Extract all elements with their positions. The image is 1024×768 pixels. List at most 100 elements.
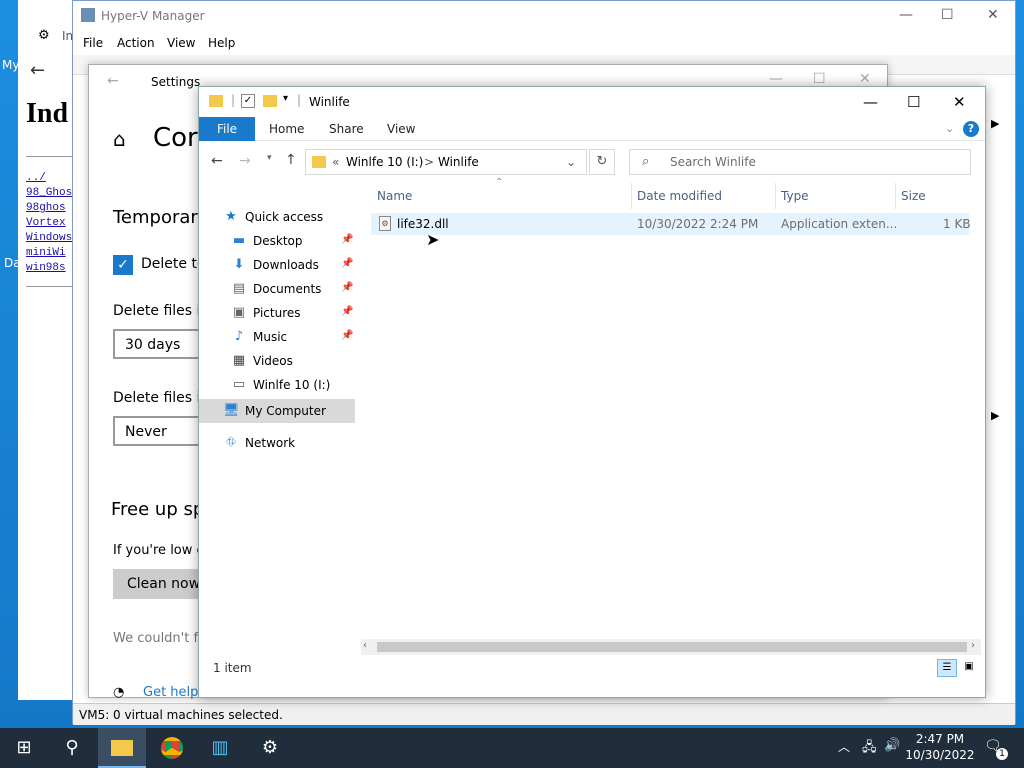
menu-help[interactable]: Help [208, 36, 235, 50]
explorer-titlebar[interactable]: | ✓ ▾ | Winlife — ☐ ✕ [199, 87, 985, 117]
nav-drive[interactable]: ▭ Winlfe 10 (I:) [199, 373, 355, 397]
column-name[interactable]: Name [377, 189, 412, 203]
nav-documents[interactable]: ▤ Documents 📌 [199, 277, 355, 301]
pin-icon[interactable]: 📌 [341, 258, 353, 269]
search-box[interactable]: ⌕ Search Winlife [629, 149, 971, 175]
back-arrow-icon[interactable]: ← [107, 73, 119, 89]
recent-dropdown-icon[interactable]: ▾ [267, 153, 272, 163]
close-icon[interactable]: ✕ [859, 71, 871, 87]
nav-desktop[interactable]: ▬ Desktop 📌 [199, 229, 355, 253]
table-row[interactable]: ⚙ life32.dll 10/30/2022 2:24 PM Applicat… [371, 213, 971, 235]
server-manager-icon[interactable]: ▥ [196, 728, 244, 768]
breadcrumb-drive[interactable]: Winlfe 10 (I:) [346, 155, 423, 169]
back-arrow-icon[interactable]: ← [30, 60, 45, 81]
nav-my-computer[interactable]: 🖥 My Computer [199, 399, 355, 423]
dropdown-value: 30 days [125, 337, 181, 353]
close-icon[interactable]: ✕ [953, 93, 966, 111]
dir-link[interactable]: 98_Ghos [26, 187, 72, 199]
taskbar-clock[interactable]: 2:47 PM 10/30/2022 [900, 731, 980, 763]
back-arrow-icon[interactable]: ← [211, 153, 223, 169]
delete-files-label: Delete files in [113, 303, 210, 319]
address-bar[interactable]: « Winlfe 10 (I:) > Winlife ⌄ [305, 149, 587, 175]
minimize-icon[interactable]: — [899, 7, 913, 23]
file-explorer-taskbar-icon[interactable] [98, 728, 146, 768]
nav-pictures[interactable]: ▣ Pictures 📌 [199, 301, 355, 325]
refresh-icon[interactable]: ↻ [589, 149, 615, 175]
nav-network[interactable]: ⛗ Network [199, 431, 355, 455]
customize-dropdown-icon[interactable]: ▾ [283, 93, 288, 104]
search-icon[interactable]: ⚲ [48, 728, 96, 768]
get-help-link[interactable]: Get help [143, 685, 198, 700]
dir-link[interactable]: ../ [26, 172, 46, 184]
dir-link[interactable]: 98ghos [26, 202, 66, 214]
details-view-icon[interactable]: ☰ [937, 659, 957, 677]
pin-icon[interactable]: 📌 [341, 282, 353, 293]
scroll-left-icon[interactable]: ‹ [363, 640, 367, 651]
explorer-statusbar: 1 item ☰ ▣ [199, 657, 985, 679]
column-size[interactable]: Size [901, 189, 926, 203]
pin-icon[interactable]: 📌 [341, 306, 353, 317]
maximize-icon[interactable]: ☐ [813, 71, 826, 87]
item-count: 1 item [213, 661, 252, 675]
delete-checkbox[interactable]: ✓ [113, 255, 133, 275]
navigation-bar: ← → ▾ ↑ « Winlfe 10 (I:) > Winlife ⌄ ↻ ⌕… [199, 145, 985, 179]
maximize-icon[interactable]: ☐ [907, 93, 920, 111]
tab-view[interactable]: View [387, 122, 415, 136]
hyperv-titlebar[interactable]: Hyper-V Manager — ☐ ✕ [73, 1, 1015, 31]
horizontal-scrollbar[interactable]: ‹ › [361, 639, 981, 655]
dir-link[interactable]: Windows [26, 232, 72, 244]
scroll-right-icon[interactable]: ▶ [991, 409, 999, 422]
maximize-icon[interactable]: ☐ [941, 7, 954, 23]
settings-gear-icon[interactable]: ⚙ [246, 728, 294, 768]
clean-now-label: Clean now [127, 576, 201, 592]
nav-music[interactable]: ♪ Music 📌 [199, 325, 355, 349]
address-dropdown-icon[interactable]: ⌄ [566, 155, 576, 169]
column-separator[interactable] [775, 183, 776, 209]
minimize-icon[interactable]: — [769, 71, 783, 87]
hyperv-title: Hyper-V Manager [101, 9, 205, 23]
home-icon[interactable]: ⌂ [113, 127, 126, 151]
breadcrumb-folder[interactable]: Winlife [438, 155, 479, 169]
dir-link[interactable]: win98s [26, 262, 66, 274]
breadcrumb-separator[interactable]: > [424, 155, 434, 169]
column-date[interactable]: Date modified [637, 189, 722, 203]
network-tray-icon[interactable]: 🖧 [862, 738, 877, 760]
up-arrow-icon[interactable]: ↑ [285, 152, 297, 168]
help-icon[interactable]: ? [963, 121, 979, 137]
nav-downloads[interactable]: ⬇ Downloads 📌 [199, 253, 355, 277]
tab-share[interactable]: Share [329, 122, 364, 136]
column-separator[interactable] [631, 183, 632, 209]
tab-file[interactable]: File [199, 117, 255, 141]
properties-icon[interactable]: ✓ [241, 94, 255, 108]
menu-file[interactable]: File [83, 36, 103, 50]
large-icons-view-icon[interactable]: ▣ [959, 659, 979, 677]
expand-ribbon-icon[interactable]: ⌄ [945, 122, 954, 135]
start-windows-icon[interactable]: ⊞ [0, 728, 48, 768]
section-free-up: Free up sp [111, 499, 205, 520]
scroll-right-icon[interactable]: ▶ [991, 117, 999, 130]
folder-icon [209, 95, 223, 107]
dir-link[interactable]: Vortex [26, 217, 66, 229]
column-type[interactable]: Type [781, 189, 809, 203]
desktop-icon-label[interactable]: My [2, 58, 19, 72]
minimize-icon[interactable]: — [863, 93, 878, 111]
dir-link[interactable]: miniWi [26, 247, 66, 259]
video-icon: ▦ [232, 353, 246, 368]
close-icon[interactable]: ✕ [987, 7, 999, 23]
tab-home[interactable]: Home [269, 122, 304, 136]
chrome-icon[interactable] [148, 728, 196, 768]
menu-view[interactable]: View [167, 36, 195, 50]
new-folder-icon[interactable] [263, 95, 277, 107]
volume-icon[interactable]: 🔊 [884, 738, 900, 753]
hyperv-tree-item[interactable]: ⚙ In [34, 24, 73, 48]
pin-icon[interactable]: 📌 [341, 234, 353, 245]
scroll-thumb[interactable] [377, 642, 967, 652]
scroll-right-icon[interactable]: › [971, 640, 975, 651]
column-separator[interactable] [895, 183, 896, 209]
nav-videos[interactable]: ▦ Videos [199, 349, 355, 373]
menu-action[interactable]: Action [117, 36, 155, 50]
chevron-up-icon[interactable]: ︿ [838, 738, 850, 755]
forward-arrow-icon[interactable]: → [239, 153, 251, 169]
nav-quick-access[interactable]: ★ Quick access [199, 205, 355, 229]
pin-icon[interactable]: 📌 [341, 330, 353, 341]
